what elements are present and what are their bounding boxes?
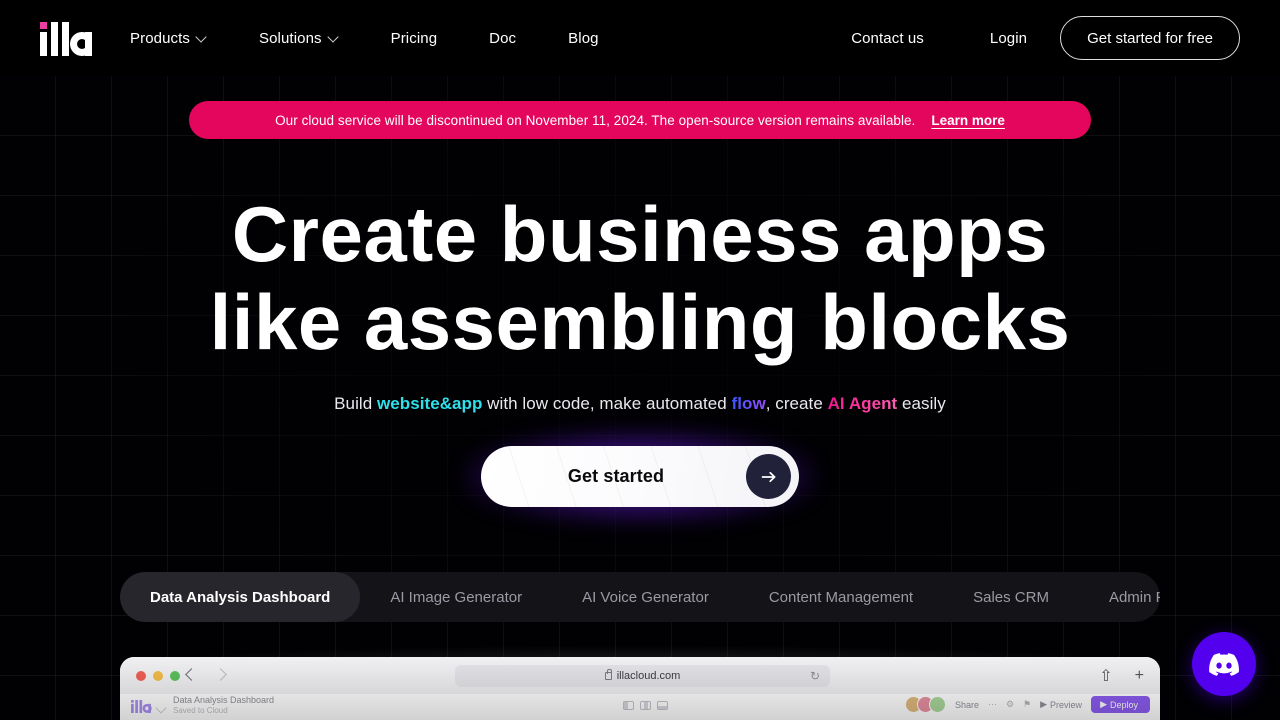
- tab-label: AI Voice Generator: [582, 588, 709, 606]
- browser-mockup: illacloud.com ↻ ⇧ + Data Analysis Dashbo…: [120, 657, 1160, 720]
- minimize-window-icon[interactable]: [153, 671, 163, 681]
- lock-icon: [604, 669, 612, 680]
- learn-more-link[interactable]: Learn more: [931, 113, 1005, 128]
- tab-label: Admin Panel: [1108, 588, 1160, 606]
- preview-icon: ▶: [1040, 699, 1048, 709]
- app-toolbar-actions: Share ⋯ ⚙ ⚑ ▶ Preview ▶ Deploy: [904, 696, 1150, 713]
- subtitle-keyword-website-app: website&app: [377, 394, 483, 413]
- nav-item-products[interactable]: Products: [130, 30, 207, 47]
- tab-admin-panel[interactable]: Admin Panel: [1079, 572, 1160, 622]
- preview-label: Preview: [1050, 699, 1083, 710]
- contact-us-link[interactable]: Contact us: [851, 30, 924, 47]
- illa-logo-icon: [131, 700, 152, 713]
- hero-subtitle: Build website&app with low code, make au…: [0, 394, 1280, 414]
- discord-button[interactable]: [1192, 632, 1256, 696]
- left-panel-toggle-icon[interactable]: [623, 701, 634, 710]
- browser-chrome-actions: ⇧ +: [1099, 666, 1144, 686]
- arrow-right-icon: [761, 471, 775, 482]
- illa-logo[interactable]: [40, 22, 94, 56]
- browser-nav-arrows: [186, 667, 224, 676]
- subtitle-keyword-flow: flow: [731, 394, 766, 413]
- nav-item-solutions[interactable]: Solutions: [259, 30, 339, 47]
- reload-icon[interactable]: ↻: [810, 669, 820, 683]
- app-toolbar: Data Analysis Dashboard Saved to Cloud S…: [120, 694, 1160, 720]
- gear-icon[interactable]: ⚙: [1006, 699, 1014, 710]
- tab-content-management[interactable]: Content Management: [739, 572, 943, 622]
- subtitle-part-2: with low code, make automated: [482, 394, 732, 413]
- app-save-status: Saved to Cloud: [173, 706, 228, 715]
- traffic-lights: [136, 671, 180, 681]
- hero-headline-line2: like assembling blocks: [209, 278, 1071, 366]
- discord-icon: [1209, 652, 1239, 676]
- bottom-panel-toggle-icon[interactable]: [657, 701, 668, 710]
- deploy-button[interactable]: ▶ Deploy: [1091, 696, 1150, 713]
- tab-label: Data Analysis Dashboard: [150, 588, 331, 606]
- hero-headline-line1: Create business apps: [231, 190, 1049, 278]
- tab-label: AI Image Generator: [390, 588, 523, 606]
- app-title-block: Data Analysis Dashboard Saved to Cloud: [173, 695, 274, 716]
- share-button[interactable]: Share: [955, 700, 979, 710]
- subtitle-keyword-ai-agent: AI Agent: [827, 394, 898, 413]
- nav-item-doc[interactable]: Doc: [489, 30, 516, 47]
- maximize-window-icon[interactable]: [170, 671, 180, 681]
- illa-logo-icon: [40, 22, 94, 56]
- app-layout-toggles: [623, 701, 668, 710]
- collaborator-avatars: [904, 696, 946, 713]
- subtitle-part-1: Build: [334, 394, 377, 413]
- browser-url-bar[interactable]: illacloud.com ↻: [455, 665, 830, 687]
- primary-nav: Products Solutions Pricing Doc Blog: [130, 0, 599, 76]
- avatar[interactable]: [928, 696, 946, 713]
- nav-item-pricing[interactable]: Pricing: [391, 30, 438, 47]
- lock-icon[interactable]: ⚑: [1023, 699, 1031, 710]
- site-header: Products Solutions Pricing Doc Blog Cont…: [0, 0, 1280, 76]
- login-link[interactable]: Login: [990, 30, 1027, 47]
- nav-label-blog: Blog: [568, 29, 599, 47]
- chevron-down-icon: [329, 32, 339, 42]
- back-arrow-icon[interactable]: [186, 667, 195, 676]
- app-illa-logo[interactable]: [130, 700, 163, 713]
- deploy-label: Deploy: [1109, 699, 1138, 710]
- url-text: illacloud.com: [616, 670, 681, 682]
- get-started-label: Get started: [567, 466, 665, 486]
- nav-item-blog[interactable]: Blog: [568, 30, 598, 47]
- deploy-icon: ▶: [1100, 699, 1107, 709]
- contact-us-label: Contact us: [851, 29, 924, 47]
- close-window-icon[interactable]: [136, 671, 146, 681]
- login-label: Login: [989, 29, 1028, 47]
- hero-cta: Get started: [463, 428, 817, 525]
- subtitle-part-3: , create: [765, 394, 828, 413]
- landing-page: Products Solutions Pricing Doc Blog Cont…: [0, 0, 1280, 720]
- more-options-icon[interactable]: ⋯: [988, 699, 997, 710]
- new-tab-icon[interactable]: +: [1135, 667, 1144, 685]
- browser-chrome: illacloud.com ↻ ⇧ +: [120, 657, 1160, 694]
- announcement-text: Our cloud service will be discontinued o…: [275, 112, 916, 128]
- nav-label-products: Products: [130, 29, 190, 47]
- preview-button[interactable]: ▶ Preview: [1040, 699, 1082, 710]
- showcase-tabs: Data Analysis Dashboard AI Image Generat…: [120, 572, 1160, 622]
- subtitle-part-4: easily: [897, 394, 946, 413]
- tab-label: Content Management: [768, 588, 914, 606]
- nav-label-doc: Doc: [489, 29, 517, 47]
- hero-section: Create business apps like assembling blo…: [0, 190, 1280, 414]
- tab-ai-image-generator[interactable]: AI Image Generator: [360, 572, 552, 622]
- chevron-down-icon: [197, 32, 207, 42]
- nav-label-pricing: Pricing: [390, 29, 438, 47]
- nav-label-solutions: Solutions: [259, 29, 322, 47]
- tab-ai-voice-generator[interactable]: AI Voice Generator: [552, 572, 739, 622]
- secondary-nav: Contact us Login Get started for free: [851, 0, 1240, 76]
- share-icon[interactable]: ⇧: [1099, 666, 1112, 686]
- tab-data-analysis-dashboard[interactable]: Data Analysis Dashboard: [120, 572, 361, 622]
- app-title: Data Analysis Dashboard: [173, 695, 275, 705]
- tab-label: Sales CRM: [973, 588, 1049, 606]
- right-panel-toggle-icon[interactable]: [640, 701, 651, 710]
- chevron-down-icon: [157, 703, 163, 709]
- forward-arrow-icon[interactable]: [215, 667, 224, 676]
- tab-sales-crm[interactable]: Sales CRM: [943, 572, 1079, 622]
- get-started-for-free-label: Get started for free: [1087, 29, 1213, 47]
- announcement-banner[interactable]: Our cloud service will be discontinued o…: [189, 101, 1091, 139]
- get-started-arrow-button[interactable]: [746, 454, 791, 499]
- get-started-for-free-button[interactable]: Get started for free: [1060, 16, 1240, 60]
